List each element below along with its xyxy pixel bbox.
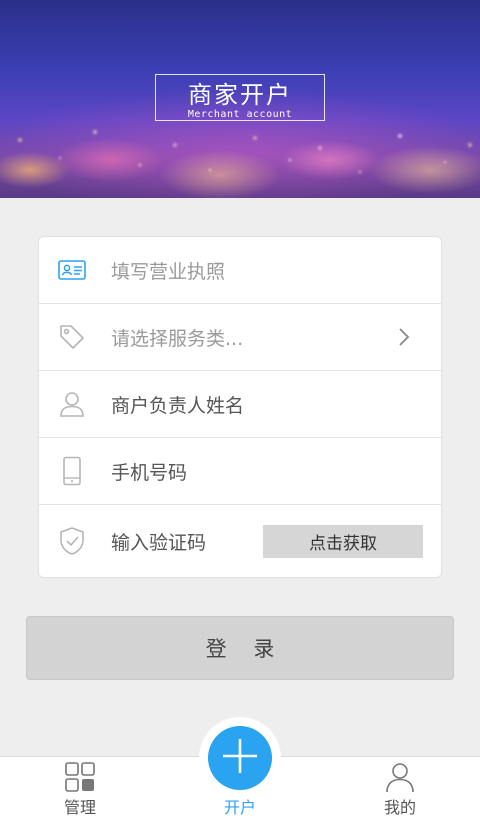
page-title-box: 商家开户 Merchant account (155, 74, 325, 121)
tag-icon (57, 322, 87, 352)
owner-name-input[interactable]: 商户负责人姓名 (111, 371, 244, 437)
license-input[interactable]: 填写营业执照 (111, 237, 225, 303)
tab-mine[interactable]: 我的 (350, 757, 450, 827)
phone-input[interactable]: 手机号码 (111, 438, 187, 504)
service-type-label: 请选择服务类... (111, 327, 244, 350)
tab-manage-label: 管理 (63, 798, 96, 817)
page-title: 商家开户 (188, 81, 292, 109)
verification-code-field[interactable]: 输入验证码 点击获取 (39, 505, 441, 577)
get-code-button[interactable]: 点击获取 (263, 525, 423, 558)
header-banner: 商家开户 Merchant account (0, 0, 480, 198)
tab-manage[interactable]: 管理 (30, 757, 130, 827)
page-subtitle: Merchant account (187, 109, 293, 120)
shield-check-icon (57, 526, 87, 556)
license-field[interactable]: 填写营业执照 (39, 237, 441, 304)
id-card-icon (57, 255, 87, 285)
verification-code-input[interactable]: 输入验证码 (111, 505, 206, 577)
phone-icon (57, 456, 87, 486)
chevron-right-icon (395, 326, 413, 348)
grid-icon (64, 761, 96, 793)
user-icon (57, 389, 87, 419)
profile-icon (384, 761, 416, 793)
owner-name-field[interactable]: 商户负责人姓名 (39, 371, 441, 438)
tab-mine-label: 我的 (383, 798, 416, 817)
phone-field[interactable]: 手机号码 (39, 438, 441, 505)
merchant-form: 填写营业执照 请选择服务类... 商户负责人姓名 手机号码 输入验证码 点击获取 (38, 236, 442, 578)
service-type-select[interactable]: 请选择服务类... (39, 304, 441, 371)
add-button[interactable] (208, 726, 272, 790)
login-button[interactable]: 登 录 (26, 616, 454, 680)
plus-icon (220, 736, 260, 780)
city-lights-background (0, 110, 480, 198)
